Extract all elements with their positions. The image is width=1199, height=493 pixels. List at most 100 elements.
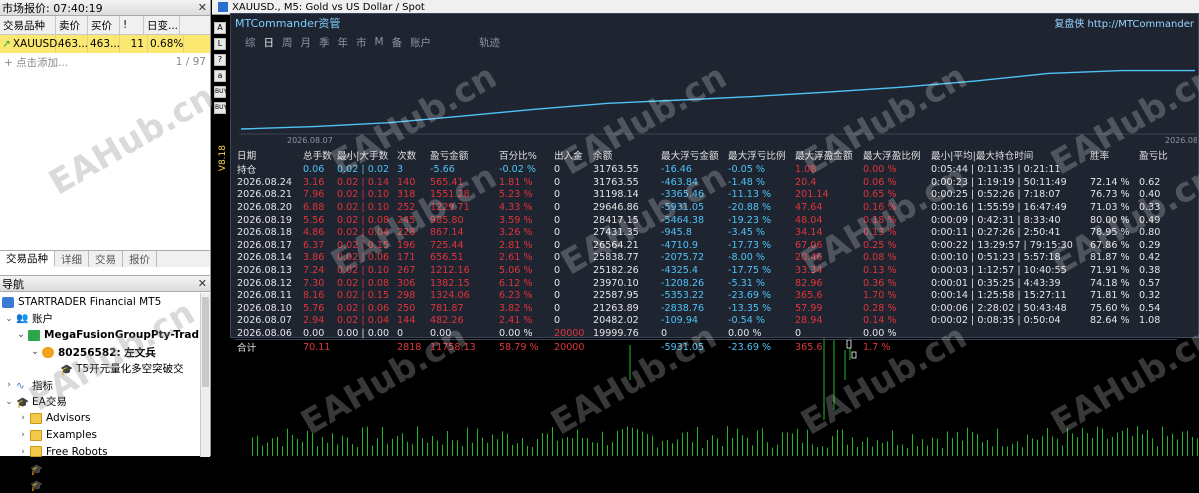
expand-icon[interactable]: ⌄ [30, 347, 40, 357]
table-row[interactable]: 2026.08.13 7.24 0.02 | 0.10 267 1212.16 5.06 … [235, 264, 1177, 277]
table-row[interactable]: 2026.08.06 0.00 0.00 | 0.00 0 0.00 0.00 % 2000… [235, 327, 1177, 340]
table-row[interactable]: 2026.08.19 5.56 0.02 | 0.08 245 985.80 3.59 %… [235, 214, 1177, 227]
volume-bar [1037, 439, 1038, 456]
tab-market[interactable]: 市 [356, 35, 367, 50]
table-row[interactable]: 2026.08.07 2.94 0.02 | 0.04 144 482.26 2.41 %… [235, 315, 1177, 328]
table-row[interactable]: 2026.08.10 5.76 0.02 | 0.06 250 781.87 3.82 %… [235, 302, 1177, 315]
scrollbar-thumb[interactable] [202, 297, 209, 387]
tab-daily[interactable]: 日 [264, 35, 275, 50]
table-cell: 0.49 [1139, 214, 1161, 226]
column-header[interactable]: 百分比% [497, 148, 552, 162]
navigator-scrollbar[interactable] [200, 293, 210, 457]
tab-details[interactable]: 详细 [55, 251, 89, 267]
tab-yearly[interactable]: 年 [338, 35, 349, 50]
tree-item-account[interactable]: ⌄ 80256582: 左文兵 [0, 344, 210, 361]
column-header-bid[interactable]: 卖价 [56, 16, 88, 34]
column-header[interactable]: 出入金 [552, 148, 591, 162]
volume-bar [562, 438, 563, 456]
panel-link[interactable]: 复盘侠 http://MTCommander [1054, 15, 1194, 30]
collapse-icon[interactable]: › [18, 430, 28, 440]
column-header[interactable]: 次数 [395, 148, 428, 162]
column-header-change[interactable]: 日变... [144, 16, 180, 34]
add-symbol-label[interactable]: + 点击添加... [4, 55, 68, 70]
collapse-icon[interactable]: › [18, 447, 28, 457]
tree-item-free-robots[interactable]: › Free Robots [0, 443, 210, 460]
column-header[interactable]: 余额 [591, 148, 659, 162]
column-header-symbol[interactable]: 交易品种 [0, 16, 56, 34]
column-header[interactable]: 最大浮亏金额 [659, 148, 726, 162]
table-cell: 0.08 % [863, 252, 897, 264]
volume-bar [1157, 446, 1158, 456]
position-row[interactable]: 持仓 0.06 0.02 | 0.02 3 -5.66 -0.02 % 0 31763.55 -… [235, 162, 1177, 177]
table-row[interactable]: 2026.08.24 3.16 0.02 | 0.14 140 565.41 1.81 %… [235, 176, 1177, 189]
tab-account[interactable]: 账户 [410, 35, 431, 50]
expand-icon[interactable]: ⌄ [4, 314, 14, 324]
tab-summary[interactable]: 综 [245, 35, 256, 50]
column-header-spread[interactable]: ! [120, 16, 144, 34]
volume-bar [962, 440, 963, 456]
column-header[interactable]: 胜率 [1088, 148, 1137, 162]
tree-item-examples[interactable]: › Examples [0, 427, 210, 444]
tab-trading[interactable]: 交易 [89, 251, 123, 267]
table-row[interactable]: 2026.08.20 6.88 0.02 | 0.10 252 1229.71 4.33 … [235, 201, 1177, 214]
folder-icon [30, 429, 42, 441]
tab-monthly[interactable]: 月 [301, 35, 312, 50]
volume-bar [837, 429, 838, 456]
close-icon[interactable]: ✕ [198, 277, 207, 290]
close-icon[interactable]: ✕ [198, 1, 207, 14]
tree-item-advisors[interactable]: › Advisors [0, 410, 210, 427]
tree-item-server[interactable]: ⌄ MegaFusionGroupPty-Trad [0, 327, 210, 344]
tab-symbols[interactable]: 交易品种 [0, 251, 55, 267]
tab-quarterly[interactable]: 季 [319, 35, 330, 50]
tree-item-indicators[interactable]: › ∿ 指标 [0, 377, 210, 394]
tab-weekly[interactable]: 周 [282, 35, 293, 50]
table-cell: 47.64 [795, 201, 823, 213]
tab-m[interactable]: M [375, 36, 384, 48]
table-row[interactable]: 2026.08.18 4.86 0.02 | 0.04 228 867.14 3.26 %… [235, 226, 1177, 239]
panel-tabs: 综 日 周 月 季 年 市 M 备 账户 轨迹 [231, 31, 1198, 53]
tab-trajectory[interactable]: 轨迹 [479, 35, 500, 50]
table-row[interactable]: 2026.08.17 6.37 0.02 | 0.15 196 725.44 2.81 %… [235, 239, 1177, 252]
table-cell: 0 [554, 277, 561, 289]
tab-notes[interactable]: 备 [392, 35, 403, 50]
column-header[interactable]: 最大浮亏比例 [726, 148, 793, 162]
total-row[interactable]: 合计 70.11 2818 11758.13 58.79 % 20000 -5931.05-… [235, 339, 1177, 355]
tree-item-ea-1[interactable]: 🎓 T5开元量化多空突破交易系统 [0, 460, 210, 477]
chart-window[interactable]: XAUUSD., M5: Gold vs US Dollar / Spot A … [212, 0, 1199, 456]
column-header[interactable]: 最大浮盈比例 [861, 148, 929, 162]
table-cell: 2026.08.06 [237, 327, 292, 339]
add-symbol-row[interactable]: + 点击添加... 1 / 97 [0, 53, 210, 71]
tree-item-accounts[interactable]: ⌄ 👥 账户 [0, 311, 210, 328]
column-header[interactable]: 最小|大手数 [335, 148, 395, 162]
column-header[interactable]: 总手数 [301, 148, 335, 162]
collapse-icon[interactable]: › [4, 380, 14, 390]
table-cell: 1551.28 [430, 189, 470, 201]
tree-item-ea-2[interactable]: 🎓 T5开元量化多空突破交易系统 [0, 477, 210, 493]
tab-ticks[interactable]: 报价 [123, 251, 157, 267]
tree-label: EA交易 [32, 396, 67, 409]
table-row[interactable]: 2026.08.14 3.86 0.02 | 0.06 171 656.51 2.61 %… [235, 252, 1177, 265]
table-cell: 0:00:10 | 0:51:23 | 5:57:18 [931, 252, 1061, 264]
column-header[interactable]: 最小|平均|最大持仓时间 [929, 148, 1088, 162]
tree-item-running-ea[interactable]: 🎓 T5开元量化多空突破交 [0, 360, 210, 377]
table-cell: -4325.4 [661, 264, 699, 276]
table-row[interactable]: 2026.08.21 7.96 0.02 | 0.10 318 1551.28 5.23 … [235, 189, 1177, 202]
table-row[interactable]: 2026.08.12 7.30 0.02 | 0.08 306 1382.15 6.12 … [235, 277, 1177, 290]
symbol-row[interactable]: ↗ XAUUSD. 463... 463... 11 0.68% [0, 35, 210, 53]
expand-icon[interactable]: ⌄ [16, 330, 26, 340]
tree-item-broker[interactable]: STARTRADER Financial MT5 [0, 294, 210, 311]
table-row[interactable]: 2026.08.11 8.16 0.02 | 0.15 298 1324.06 6.23 … [235, 289, 1177, 302]
volume-bar [392, 438, 393, 456]
column-header[interactable]: 盈亏比 [1137, 148, 1177, 162]
column-header[interactable]: 日期 [235, 148, 301, 162]
column-header[interactable]: 盈亏金额 [428, 148, 497, 162]
collapse-icon[interactable]: › [18, 413, 28, 423]
column-header[interactable]: 最大浮盈金额 [793, 148, 861, 162]
column-header-ask[interactable]: 买价 [88, 16, 120, 34]
table-cell: 0.00 [303, 327, 325, 339]
volume-bar [1012, 443, 1013, 456]
tree-item-experts[interactable]: ⌄ 🎓 EA交易 [0, 394, 210, 411]
table-cell: 0:00:16 | 1:55:59 | 16:47:49 [931, 201, 1067, 213]
expand-icon[interactable]: ⌄ [4, 397, 14, 407]
table-cell: 2026.08.10 [237, 302, 292, 314]
